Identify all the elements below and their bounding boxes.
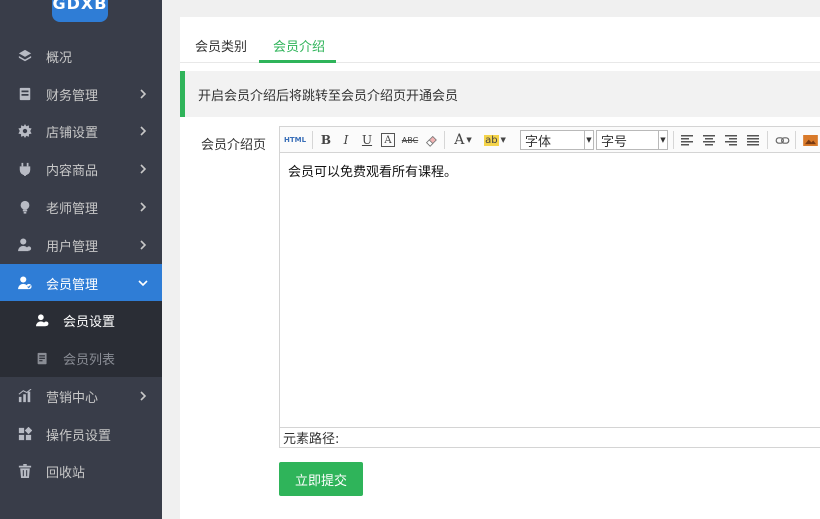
editor-content[interactable]: 会员可以免费观看所有课程。: [288, 161, 457, 180]
backcolor-label: ab: [484, 134, 499, 146]
main-panel: 会员类别 会员介绍 开启会员介绍后将跳转至会员介绍页开通会员 会员介绍页 HTM…: [180, 17, 820, 519]
chevron-right-icon: [138, 240, 150, 250]
tab-member-category[interactable]: 会员类别: [195, 36, 247, 55]
sidebar-item-label: 概况: [46, 50, 73, 66]
member-settings-icon: [36, 312, 52, 328]
image-icon[interactable]: [801, 131, 819, 149]
chevron-right-icon: [138, 202, 150, 212]
caret-down-icon: ▼: [658, 131, 667, 149]
chevron-right-icon: [138, 164, 150, 174]
fontborder-button[interactable]: A: [381, 133, 395, 147]
toolbar-divider: [767, 131, 768, 149]
sidebar-subitem-member-list[interactable]: 会员列表: [0, 339, 162, 377]
strikethrough-button[interactable]: ABC: [401, 131, 419, 149]
underline-button[interactable]: U: [360, 131, 374, 149]
sidebar-item-store-settings[interactable]: 店铺设置: [0, 112, 162, 150]
caret-down-icon: ▼: [584, 131, 593, 149]
caret-down-icon: ▼: [466, 136, 472, 144]
toolbar-divider: [673, 131, 674, 149]
sidebar-item-label: 财务管理: [46, 88, 99, 104]
document-icon: [36, 350, 52, 366]
chart-icon: [17, 388, 33, 404]
sidebar-item-label: 店铺设置: [46, 125, 99, 141]
sidebar-item-label: 老师管理: [46, 201, 99, 217]
align-left-icon[interactable]: [679, 131, 695, 149]
sidebar-item-operator-settings[interactable]: 操作员设置: [0, 415, 162, 453]
rich-text-editor: HTML B I U A ABC A ▼ ab ▼ 字体 ▼ 字号 ▼ 会员可以…: [279, 126, 820, 448]
toolbar-divider: [312, 131, 313, 149]
layers-icon: [17, 48, 33, 64]
font-family-select[interactable]: 字体 ▼: [520, 130, 594, 150]
sidebar-item-content-products[interactable]: 内容商品: [0, 150, 162, 188]
sidebar-item-label: 内容商品: [46, 163, 99, 179]
sidebar-subitem-label: 会员列表: [63, 352, 116, 368]
align-right-icon[interactable]: [723, 131, 739, 149]
font-size-value: 字号: [601, 134, 628, 150]
sidebar-subitem-label: 会员设置: [63, 314, 116, 330]
sidebar-item-users[interactable]: 用户管理: [0, 226, 162, 264]
sidebar-item-teachers[interactable]: 老师管理: [0, 188, 162, 226]
backcolor-button[interactable]: ab ▼: [481, 131, 509, 149]
sidebar-item-recycle-bin[interactable]: 回收站: [0, 452, 162, 490]
sidebar-item-members[interactable]: 会员管理: [0, 264, 162, 302]
sidebar-item-label: 营销中心: [46, 390, 99, 406]
italic-button[interactable]: I: [339, 131, 353, 149]
element-path-bar: 元素路径:: [280, 427, 820, 447]
sidebar-submenu: 会员设置 会员列表: [0, 301, 162, 377]
link-icon[interactable]: [773, 131, 791, 149]
finance-icon: [17, 86, 33, 102]
eraser-icon[interactable]: [423, 131, 439, 149]
bold-button[interactable]: B: [319, 131, 333, 149]
sidebar-subitem-member-settings[interactable]: 会员设置: [0, 301, 162, 339]
font-family-value: 字体: [525, 134, 552, 150]
toolbar-divider: [795, 131, 796, 149]
submit-button[interactable]: 立即提交: [279, 462, 363, 496]
field-label: 会员介绍页: [201, 138, 267, 153]
plug-icon: [17, 161, 33, 177]
sidebar-item-label: 用户管理: [46, 239, 99, 255]
chevron-right-icon: [138, 391, 150, 401]
source-html-button[interactable]: HTML: [283, 131, 307, 149]
forecolor-button[interactable]: A ▼: [451, 131, 475, 149]
align-center-icon[interactable]: [701, 131, 717, 149]
gear-icon: [17, 123, 33, 139]
trash-icon: [17, 463, 33, 479]
forecolor-label: A: [454, 132, 465, 148]
sidebar-item-label: 操作员设置: [46, 428, 112, 444]
sidebar-item-label: 会员管理: [46, 277, 99, 293]
member-icon: [17, 275, 33, 291]
sidebar-item-label: 回收站: [46, 465, 86, 481]
align-justify-icon[interactable]: [745, 131, 761, 149]
chevron-right-icon: [138, 89, 150, 99]
notice-banner: 开启会员介绍后将跳转至会员介绍页开通会员: [180, 71, 820, 117]
editor-toolbar: HTML B I U A ABC A ▼ ab ▼ 字体 ▼ 字号 ▼: [280, 127, 820, 153]
tab-member-intro[interactable]: 会员介绍: [273, 36, 325, 55]
sidebar-item-marketing[interactable]: 营销中心: [0, 377, 162, 415]
chevron-right-icon: [138, 126, 150, 136]
font-size-select[interactable]: 字号 ▼: [596, 130, 668, 150]
chevron-down-icon: [138, 278, 150, 288]
element-path-label: 元素路径:: [283, 432, 340, 447]
caret-down-icon: ▼: [500, 136, 506, 144]
logo: GDXB: [52, 0, 108, 22]
grid-icon: [17, 426, 33, 442]
sidebar: GDXB 概况 财务管理 店铺设置 内容商品 老师管理 用户管理 会员管理 会员…: [0, 0, 162, 519]
lightbulb-icon: [17, 199, 33, 215]
tab-bar: 会员类别 会员介绍: [180, 17, 820, 63]
toolbar-divider: [444, 131, 445, 149]
user-settings-icon: [17, 237, 33, 253]
notice-text: 开启会员介绍后将跳转至会员介绍页开通会员: [198, 88, 459, 104]
active-tab-indicator: [259, 60, 336, 63]
sidebar-item-finance[interactable]: 财务管理: [0, 75, 162, 113]
sidebar-item-overview[interactable]: 概况: [0, 37, 162, 75]
